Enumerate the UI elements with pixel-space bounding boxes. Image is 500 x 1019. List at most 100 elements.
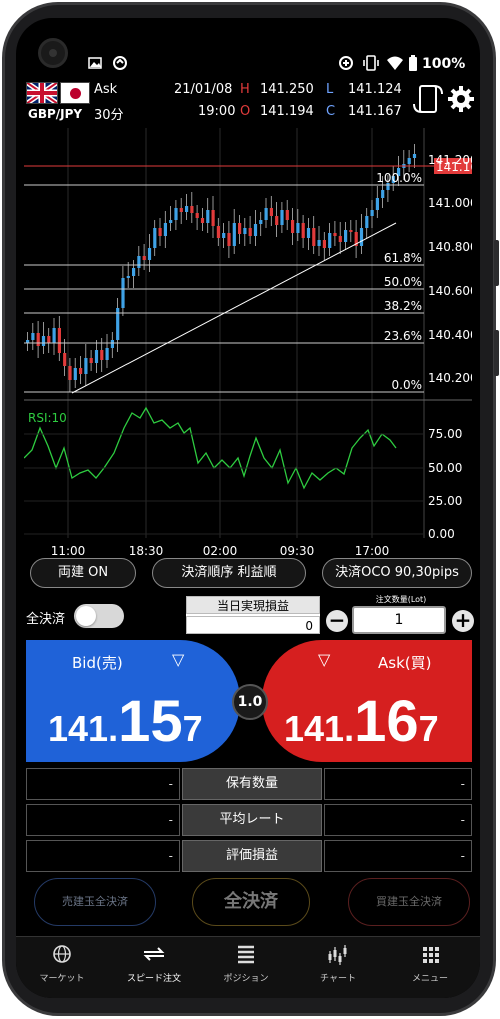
ask-price-prefix: 141. (284, 708, 355, 749)
qty-input[interactable]: 1 (352, 606, 446, 634)
currency-pair[interactable]: GBP/JPY (28, 107, 82, 121)
fib-label: 50.0% (384, 275, 422, 289)
fib-label: 0.0% (392, 378, 423, 392)
power-button (494, 330, 499, 376)
daily-pnl-value: 0 (186, 616, 320, 634)
oco-button[interactable]: 決済OCO 90,30pips (322, 558, 472, 588)
candle-body (349, 230, 353, 232)
nav-menu-label: メニュー (411, 974, 448, 984)
bid-sell-button[interactable]: Bid(売) ▽ 141.157 (26, 640, 240, 762)
row-label-qty: 保有数量 (182, 768, 322, 800)
qty-plus-button[interactable]: + (452, 610, 474, 632)
currency-flags (26, 82, 90, 104)
bid-price-prefix: 141. (48, 708, 119, 749)
close-all-button[interactable]: 全決済 (192, 878, 310, 926)
nav-menu[interactable]: メニュー (384, 937, 476, 998)
candle-body (285, 210, 289, 220)
timeframe[interactable]: 30分 (94, 104, 124, 123)
screen: 100% GBP/JPY Ask 30分 21/01/08 19:00 H 14… (16, 18, 480, 998)
candle-body (153, 228, 157, 248)
price-axis-label: 140.800 (428, 240, 472, 254)
time-axis: 11:00 18:30 02:00 09:30 17:00 (51, 544, 390, 558)
chart-grid (67, 128, 425, 538)
price-chart[interactable]: 100.0%61.8%50.0%38.2%23.6%0.0% 141.16 14… (24, 128, 472, 558)
close-all-sell-button[interactable]: 売建玉全決済 (34, 878, 156, 926)
close-label: C (326, 104, 336, 119)
candle-body (222, 233, 226, 238)
candle-body (264, 208, 268, 220)
bid-label: Bid(売) (72, 654, 123, 672)
candle-body (84, 358, 88, 374)
rotate-screen-icon[interactable] (412, 84, 444, 116)
candle-body (110, 340, 114, 348)
nav-speed-order[interactable]: スピード注文 (108, 937, 200, 998)
candle-body (68, 366, 72, 380)
price-axis: 141.200 141.000 140.800 140.600 140.400 140.2… (428, 153, 472, 385)
candle-body (47, 336, 51, 343)
candle-body (407, 158, 411, 164)
row-label-unrealized-pnl: 評価損益 (182, 840, 322, 872)
fib-label: 100.0% (376, 171, 422, 185)
ask-price-last: 7 (418, 708, 439, 749)
ask-label: Ask(買) (378, 654, 432, 672)
price-side[interactable]: Ask (94, 82, 117, 97)
settlement-order-button[interactable]: 決済順序 利益順 (152, 558, 306, 588)
candle-body (89, 358, 93, 363)
ask-price: 141.167 (284, 688, 439, 755)
gear-icon[interactable] (448, 86, 474, 112)
image-icon (88, 57, 102, 69)
candle-body (227, 233, 231, 246)
battery-icon (409, 55, 417, 71)
grid-icon (423, 947, 439, 963)
nav-position-label: ポジション (223, 974, 269, 984)
chart-header: GBP/JPY Ask 30分 21/01/08 19:00 H 141.250… (24, 80, 474, 128)
candle-body (317, 240, 321, 246)
fibonacci-levels: 100.0% 61.8% 50.0% 38.2% 23.6% 0.0% (24, 171, 424, 393)
status-bar: 100% (16, 18, 480, 80)
candle-body (216, 226, 220, 238)
rsi-line (24, 406, 397, 490)
front-camera (38, 38, 68, 68)
candle-body (105, 348, 109, 360)
candle-body (94, 350, 99, 363)
qty-minus-button[interactable]: − (326, 610, 348, 632)
ask-buy-button[interactable]: ▽ Ask(買) 141.167 (262, 640, 472, 762)
wifi-icon (387, 56, 403, 70)
candle-body (36, 333, 40, 346)
open-value: 141.194 (260, 104, 314, 119)
rsi-axis-label: 0.00 (428, 527, 455, 541)
candle-body (243, 228, 247, 234)
close-all-toggle[interactable] (74, 604, 124, 628)
speed-order-icon (143, 947, 165, 961)
candle-body (312, 228, 316, 246)
sell-unrealized-pnl: - (26, 840, 180, 872)
time-axis-label: 09:30 (280, 544, 315, 558)
battery-percent: 100% (422, 56, 466, 72)
qty-label: 注文数量(Lot) (375, 595, 427, 604)
candle-body (365, 216, 369, 228)
hedge-button[interactable]: 両建 ON (30, 558, 136, 588)
bar-time: 19:00 (198, 104, 236, 119)
daily-pnl-label: 当日実現損益 (186, 596, 320, 614)
candle-body (322, 240, 326, 248)
candle-body (57, 328, 61, 353)
nav-market[interactable]: マーケット (16, 937, 108, 998)
candle-body (142, 256, 146, 260)
candle-body (169, 220, 173, 223)
jpy-flag-icon (60, 82, 90, 104)
candle-body (137, 256, 141, 268)
candle-body (344, 230, 348, 242)
candle-body (158, 228, 162, 236)
nav-position[interactable]: ポジション (200, 937, 292, 998)
time-axis-label: 11:00 (51, 544, 86, 558)
close-all-toggle-label: 全決済 (26, 612, 66, 627)
nav-chart[interactable]: チャート (292, 937, 384, 998)
low-label: L (326, 82, 334, 97)
candle-body (412, 154, 417, 158)
gbp-flag-icon (26, 82, 58, 104)
candle-body (328, 233, 332, 248)
close-all-buy-button[interactable]: 買建玉全決済 (348, 878, 470, 926)
fib-label: 61.8% (384, 251, 422, 265)
time-axis-label: 02:00 (203, 544, 238, 558)
bid-price: 141.157 (48, 688, 203, 755)
